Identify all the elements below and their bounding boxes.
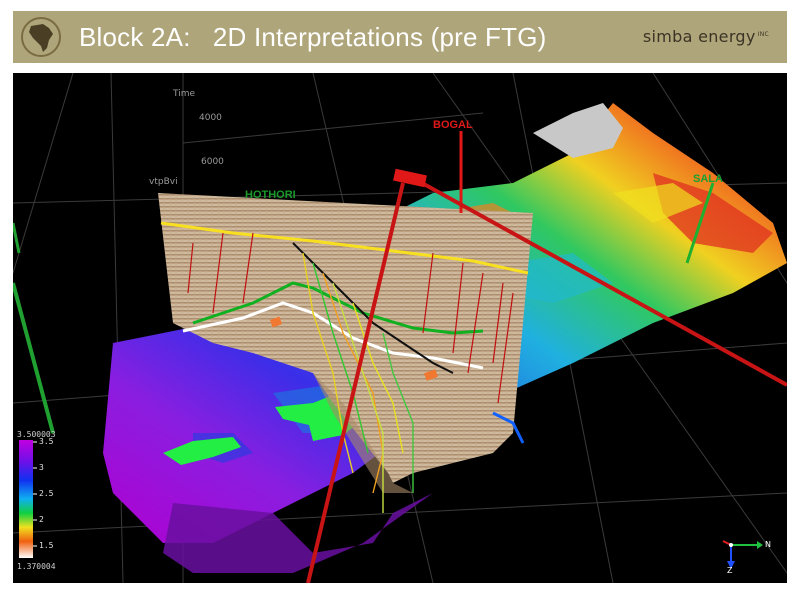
slide-title: Block 2A: 2D Interpretations (pre FTG) [79,22,547,52]
axis-z-label: Z [727,566,733,575]
well-label-bogal: BOGAL [433,119,473,131]
3d-viewport[interactable]: Time 4000 6000 vtpBvi BOGAL HOTHORI SALA… [13,73,787,583]
legend-tick-3: 3 [39,463,44,472]
legend-tick-15: 1.5 [39,541,54,550]
legend-tick-25: 2.5 [39,489,54,498]
well-label-hothori: HOTHORI [245,189,296,201]
slide-header: Block 2A: 2D Interpretations (pre FTG) s… [13,11,787,63]
africa-logo-icon [21,17,61,57]
well-label-sala: SALA [693,173,723,185]
brand-suffix: INC [757,30,769,38]
orientation-axes: N Z [719,531,779,575]
brand-name: simba energy [642,27,756,46]
brand-logo-text: simba energy INC [643,27,769,46]
legend-min-value: 1.370004 [17,562,56,571]
legend-tick-2: 2 [39,515,44,524]
section-label: vtpBvi [149,177,178,187]
legend-tick-35: 3.5 [39,437,54,446]
color-scale-legend: 3.500003 3.5 3 2.5 2 1.5 1.370004 [17,430,67,573]
depth-label-6000: 6000 [201,157,224,167]
depth-label-4000: 4000 [199,113,222,123]
axis-time-label: Time [173,89,196,99]
axis-north-label: N [765,540,771,549]
3d-scene [13,73,787,583]
